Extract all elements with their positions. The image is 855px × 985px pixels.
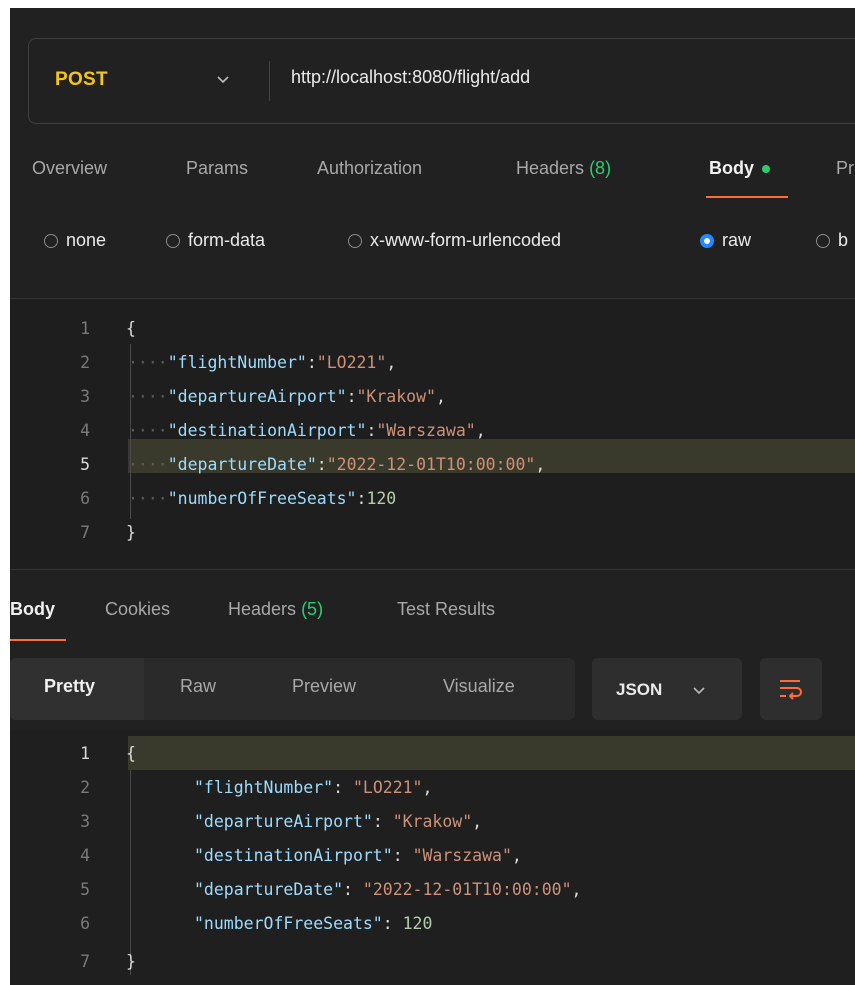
format-select[interactable] (592, 658, 742, 720)
indent-guide (130, 770, 131, 975)
line-number: 6 (80, 489, 90, 508)
url-divider (269, 61, 270, 101)
body-type-form-data[interactable]: form-data (166, 230, 265, 251)
tab-headers-label: Headers (516, 158, 585, 178)
postman-window: POST http://localhost:8080/flight/add Ov… (10, 8, 855, 985)
line-number: 3 (80, 812, 90, 831)
json-brace: { (126, 744, 136, 763)
tab-pre-request[interactable]: Pr (836, 158, 854, 179)
wrap-lines-button[interactable] (760, 658, 822, 720)
body-type-none[interactable]: none (44, 230, 106, 251)
radio-icon[interactable] (816, 233, 830, 248)
body-type-urlencoded[interactable]: x-www-form-urlencoded (348, 230, 561, 251)
line-number: 7 (80, 523, 90, 542)
view-mode-visualize[interactable]: Visualize (443, 676, 515, 697)
line-number: 2 (80, 778, 90, 797)
line-number: 6 (80, 914, 90, 933)
body-type-label: b (838, 230, 849, 250)
view-mode-preview[interactable]: Preview (292, 676, 356, 697)
json-line: "flightNumber": "LO221", (194, 778, 433, 797)
body-type-label: form-data (188, 230, 266, 250)
json-line: ····"departureAirport":"Krakow", (128, 387, 446, 406)
json-line: ····"numberOfFreeSeats":120 (128, 489, 397, 508)
json-brace: { (126, 319, 136, 338)
tab-authorization[interactable]: Authorization (317, 158, 422, 179)
line-number: 4 (80, 421, 90, 440)
body-type-label: x-www-form-urlencoded (370, 230, 562, 250)
json-line: "departureDate": "2022-12-01T10:00:00", (194, 880, 582, 899)
json-line: ····"departureDate":"2022-12-01T10:00:00… (128, 455, 546, 474)
json-line: ····"destinationAirport":"Warszawa", (128, 421, 486, 440)
body-type-binary[interactable]: b (816, 230, 848, 251)
line-number: 7 (80, 952, 90, 971)
line-number: 1 (80, 744, 90, 763)
json-brace: } (126, 523, 136, 542)
active-tab-indicator (706, 196, 788, 198)
radio-icon[interactable] (348, 233, 362, 248)
body-type-label: raw (722, 230, 752, 250)
response-tab-cookies[interactable]: Cookies (105, 599, 170, 620)
radio-icon[interactable] (44, 233, 58, 248)
json-line: "destinationAirport": "Warszawa", (194, 846, 522, 865)
line-number: 3 (80, 387, 90, 406)
active-tab-indicator (10, 639, 66, 641)
chevron-down-icon[interactable] (692, 682, 706, 698)
line-number: 4 (80, 846, 90, 865)
tab-params[interactable]: Params (186, 158, 248, 179)
line-number: 2 (80, 353, 90, 372)
modified-dot-icon (762, 165, 770, 174)
radio-icon[interactable] (166, 233, 180, 248)
response-tab-test-results[interactable]: Test Results (397, 599, 495, 620)
radio-selected-icon[interactable] (700, 233, 714, 248)
response-body-viewer[interactable]: 1 2 3 4 5 6 7 { "flightNumber": "LO221",… (10, 730, 855, 985)
current-line-highlight (128, 736, 855, 770)
url-input[interactable]: http://localhost:8080/flight/add (291, 67, 530, 88)
request-body-editor[interactable]: 1 2 3 4 5 6 7 { ····"flightNumber":"LO22… (10, 298, 855, 570)
json-line: "numberOfFreeSeats": 120 (194, 914, 433, 933)
view-mode-pretty[interactable]: Pretty (44, 676, 95, 697)
view-mode-raw[interactable]: Raw (180, 676, 216, 697)
line-number: 5 (80, 455, 90, 474)
json-line: "departureAirport": "Krakow", (194, 812, 483, 831)
line-number: 1 (80, 319, 90, 338)
headers-count-badge: (5) (301, 599, 324, 619)
json-line: ····"flightNumber":"LO221", (128, 353, 397, 372)
json-brace: } (126, 952, 136, 971)
tab-overview[interactable]: Overview (32, 158, 107, 179)
line-number: 5 (80, 880, 90, 899)
http-method-select[interactable]: POST (55, 69, 108, 91)
format-select-label: JSON (616, 680, 663, 699)
tab-headers[interactable]: Headers (8) (516, 158, 611, 179)
response-tab-headers-label: Headers (228, 599, 297, 619)
tab-body-label: Body (709, 158, 754, 178)
chevron-down-icon[interactable] (215, 69, 231, 89)
response-tab-headers[interactable]: Headers (5) (228, 599, 323, 620)
tab-body[interactable]: Body (709, 158, 770, 179)
body-type-raw[interactable]: raw (700, 230, 751, 251)
wrap-lines-icon (780, 680, 802, 700)
headers-count-badge: (8) (589, 158, 612, 178)
response-tab-body[interactable]: Body (10, 599, 55, 620)
request-url-bar: POST http://localhost:8080/flight/add (28, 38, 855, 124)
body-type-label: none (66, 230, 107, 250)
